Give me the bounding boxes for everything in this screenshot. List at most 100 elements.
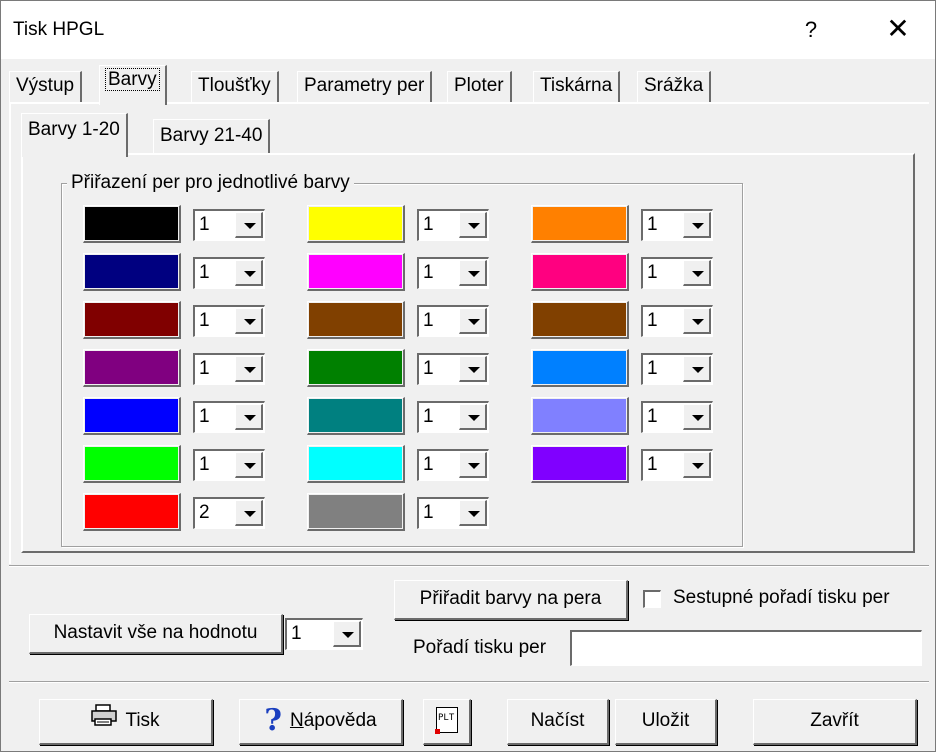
print-button[interactable]: Tisk <box>39 699 213 745</box>
plt-file-icon: PLT <box>435 707 458 734</box>
pen-select[interactable]: 1 <box>193 257 265 289</box>
pen-select[interactable]: 1 <box>641 353 713 385</box>
chevron-down-icon[interactable] <box>235 308 263 334</box>
help-button-label: ápověda <box>303 710 377 732</box>
tab-parametry-per[interactable]: Parametry per <box>297 71 433 103</box>
pen-value: 1 <box>199 214 210 235</box>
print-order-label: Pořadí tisku per <box>413 637 547 658</box>
pen-select[interactable]: 1 <box>193 305 265 337</box>
pen-select[interactable]: 1 <box>641 257 713 289</box>
color-swatch[interactable] <box>307 397 405 435</box>
plt-preview-button[interactable]: PLT <box>423 699 471 745</box>
pen-select[interactable]: 1 <box>417 257 489 289</box>
pen-select[interactable]: 1 <box>193 209 265 241</box>
tab-srazka[interactable]: Srážka <box>637 71 712 103</box>
pen-value: 2 <box>199 502 210 523</box>
color-swatch[interactable] <box>83 493 181 531</box>
chevron-down-icon[interactable] <box>683 308 711 334</box>
set-all-value-select[interactable]: 1 <box>285 618 363 650</box>
color-swatch[interactable] <box>307 301 405 339</box>
pen-select[interactable]: 1 <box>641 305 713 337</box>
help-button[interactable]: ? Nápověda <box>239 699 403 745</box>
dialog-window: Tisk HPGL ? ✕ Výstup Barvy Tloušťky Para… <box>0 0 936 752</box>
tab-tiskarna[interactable]: Tiskárna <box>533 71 621 103</box>
color-swatch[interactable] <box>83 397 181 435</box>
descending-order-label: Sestupné pořadí tisku per <box>673 587 890 608</box>
chevron-down-icon[interactable] <box>235 260 263 286</box>
subtab-barvy-21-40[interactable]: Barvy 21-40 <box>153 119 271 155</box>
set-all-value: 1 <box>291 623 302 644</box>
color-swatch[interactable] <box>307 445 405 483</box>
chevron-down-icon[interactable] <box>459 500 487 526</box>
chevron-down-icon[interactable] <box>459 356 487 382</box>
pen-value: 1 <box>647 406 658 427</box>
color-swatch[interactable] <box>83 301 181 339</box>
color-swatch[interactable] <box>531 445 629 483</box>
pen-select[interactable]: 1 <box>417 353 489 385</box>
help-mnemonic: N <box>289 710 304 732</box>
pen-select[interactable]: 1 <box>193 353 265 385</box>
color-swatch[interactable] <box>83 349 181 387</box>
pen-value: 1 <box>199 262 210 283</box>
close-window-button[interactable]: ✕ <box>861 1 935 59</box>
color-swatch[interactable] <box>83 205 181 243</box>
tab-ploter[interactable]: Ploter <box>447 71 512 103</box>
assign-colors-button[interactable]: Přiřadit barvy na pera <box>394 580 628 620</box>
color-swatch[interactable] <box>307 253 405 291</box>
chevron-down-icon[interactable] <box>235 452 263 478</box>
save-button[interactable]: Uložit <box>615 699 717 745</box>
pen-value: 1 <box>647 262 658 283</box>
chevron-down-icon[interactable] <box>683 212 711 238</box>
chevron-down-icon[interactable] <box>459 452 487 478</box>
tab-tloustky[interactable]: Tloušťky <box>191 71 279 103</box>
color-swatch[interactable] <box>531 253 629 291</box>
color-swatch[interactable] <box>307 349 405 387</box>
set-all-button[interactable]: Nastavit vše na hodnotu <box>29 614 283 654</box>
close-button[interactable]: Zavřít <box>753 699 917 745</box>
color-swatch[interactable] <box>83 253 181 291</box>
pen-value: 1 <box>647 454 658 475</box>
color-swatch[interactable] <box>307 205 405 243</box>
pen-select[interactable]: 1 <box>417 497 489 529</box>
chevron-down-icon[interactable] <box>683 260 711 286</box>
print-order-input[interactable] <box>570 630 922 666</box>
color-swatch[interactable] <box>531 397 629 435</box>
chevron-down-icon[interactable] <box>333 621 361 647</box>
chevron-down-icon[interactable] <box>459 212 487 238</box>
chevron-down-icon[interactable] <box>235 356 263 382</box>
chevron-down-icon[interactable] <box>683 356 711 382</box>
pen-select[interactable]: 2 <box>193 497 265 529</box>
help-titlebar-button[interactable]: ? <box>781 1 841 59</box>
pen-select[interactable]: 1 <box>417 209 489 241</box>
pen-value: 1 <box>199 358 210 379</box>
pen-select[interactable]: 1 <box>641 449 713 481</box>
chevron-down-icon[interactable] <box>683 452 711 478</box>
pen-select[interactable]: 1 <box>641 209 713 241</box>
separator <box>9 565 929 567</box>
color-swatch[interactable] <box>83 445 181 483</box>
pen-select[interactable]: 1 <box>417 401 489 433</box>
descending-order-checkbox[interactable] <box>643 590 661 608</box>
pen-value: 1 <box>423 502 434 523</box>
chevron-down-icon[interactable] <box>235 500 263 526</box>
pen-select[interactable]: 1 <box>417 305 489 337</box>
chevron-down-icon[interactable] <box>683 404 711 430</box>
pen-select[interactable]: 1 <box>193 449 265 481</box>
load-button[interactable]: Načíst <box>507 699 609 745</box>
subtab-barvy-1-20[interactable]: Barvy 1-20 <box>21 113 128 157</box>
color-swatch[interactable] <box>531 301 629 339</box>
pen-select[interactable]: 1 <box>193 401 265 433</box>
pen-select[interactable]: 1 <box>417 449 489 481</box>
chevron-down-icon[interactable] <box>235 404 263 430</box>
color-swatch[interactable] <box>531 349 629 387</box>
chevron-down-icon[interactable] <box>459 404 487 430</box>
tab-barvy[interactable]: Barvy <box>99 65 167 105</box>
pen-select[interactable]: 1 <box>641 401 713 433</box>
tab-vystup[interactable]: Výstup <box>9 71 83 103</box>
chevron-down-icon[interactable] <box>459 308 487 334</box>
chevron-down-icon[interactable] <box>459 260 487 286</box>
chevron-down-icon[interactable] <box>235 212 263 238</box>
title-bar: Tisk HPGL ? ✕ <box>1 1 935 59</box>
color-swatch[interactable] <box>307 493 405 531</box>
color-swatch[interactable] <box>531 205 629 243</box>
